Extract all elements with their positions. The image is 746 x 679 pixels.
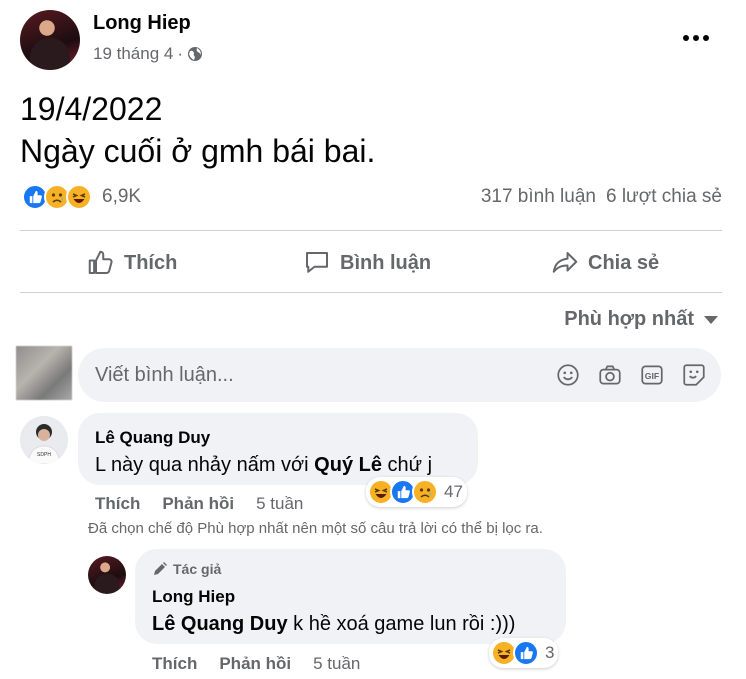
- author-badge-label: Tác giả: [173, 561, 222, 577]
- comment-reactions[interactable]: 47: [366, 477, 467, 507]
- sort-dropdown[interactable]: Phù hợp nhất: [564, 308, 718, 331]
- reactions-summary[interactable]: 6,9K: [22, 184, 141, 210]
- reply-reactions[interactable]: 3: [489, 638, 559, 668]
- thumbs-up-icon: [88, 250, 113, 274]
- comment-bubble-icon: [306, 252, 328, 273]
- comment-text: L này qua nhảy nấm với Quý Lê chứ j: [95, 454, 432, 477]
- reply-text: Lê Quang Duy k hề xoá game lun rồi :))): [152, 613, 515, 636]
- globe-icon: [188, 47, 203, 61]
- share-button[interactable]: Chia sẻ: [550, 246, 659, 280]
- like-label: Thích: [124, 251, 178, 274]
- comment-button[interactable]: Bình luận: [302, 246, 431, 280]
- post-body: 19/4/2022 Ngày cuối ở gmh bái bai.: [20, 88, 375, 172]
- filter-note: Đã chọn chế độ Phù hợp nhất nên một số c…: [88, 520, 543, 537]
- gif-icon[interactable]: GIF: [639, 362, 665, 388]
- comment-count[interactable]: 317 bình luận: [481, 186, 596, 208]
- divider: [20, 230, 722, 231]
- more-options-button[interactable]: [680, 28, 712, 48]
- current-user-avatar: [16, 346, 72, 400]
- post-date[interactable]: 19 tháng 4: [93, 44, 173, 64]
- comment-input[interactable]: Viết bình luận... GIF: [78, 348, 721, 402]
- sticker-icon[interactable]: [681, 362, 707, 388]
- author-badge: Tác giả: [152, 561, 221, 577]
- reply-author[interactable]: Long Hiep: [152, 587, 235, 607]
- share-count[interactable]: 6 lượt chia sẻ: [606, 186, 722, 208]
- svg-text:GIF: GIF: [645, 371, 659, 381]
- reply-time[interactable]: 5 tuần: [313, 654, 360, 674]
- comment-text-prefix: L này qua nhảy nấm với: [95, 454, 315, 476]
- post-text-line: Ngày cuối ở gmh bái bai.: [20, 133, 376, 169]
- person-photo-icon: SDPH: [20, 416, 68, 464]
- svg-text:SDPH: SDPH: [37, 452, 51, 458]
- comment-reply-link[interactable]: Phản hồi: [162, 494, 234, 514]
- author-avatar[interactable]: [20, 10, 80, 70]
- reply-actions: Thích Phản hồi 5 tuần: [152, 654, 360, 674]
- reply-reaction-count: 3: [545, 643, 555, 662]
- reaction-count: 6,9K: [102, 186, 142, 207]
- comment-text-suffix: chứ j: [381, 454, 433, 476]
- reply-like-link[interactable]: Thích: [152, 654, 197, 674]
- post-meta: 19 tháng 4 ·: [93, 44, 203, 64]
- camera-icon[interactable]: [597, 362, 623, 388]
- mention-link[interactable]: Quý Lê: [314, 454, 382, 476]
- reply-text-body: k hề xoá game lun rồi :))): [287, 613, 516, 635]
- mention-link[interactable]: Lê Quang Duy: [152, 613, 288, 635]
- comment-reaction-count: 47: [444, 482, 463, 501]
- dot-icon: [693, 35, 699, 41]
- like-button[interactable]: Thích: [86, 246, 177, 280]
- dot-icon: [683, 35, 689, 41]
- comment-input-placeholder: Viết bình luận...: [95, 363, 234, 386]
- reply-reply-link[interactable]: Phản hồi: [219, 654, 291, 674]
- sort-label: Phù hợp nhất: [564, 308, 694, 330]
- share-label: Chia sẻ: [588, 251, 660, 274]
- caret-down-icon: [704, 315, 718, 324]
- comment-author[interactable]: Lê Quang Duy: [95, 428, 210, 448]
- commenter-avatar[interactable]: SDPH: [20, 416, 68, 464]
- comment-bubble: Lê Quang Duy L này qua nhảy nấm với Quý …: [78, 413, 478, 485]
- like-reaction-icon: [513, 640, 539, 666]
- comment-actions: Thích Phản hồi 5 tuần: [95, 494, 303, 514]
- share-arrow-icon: [552, 252, 578, 273]
- sad-reaction-icon: [412, 479, 438, 505]
- reply-bubble: Tác giả Long Hiep Lê Quang Duy k hề xoá …: [135, 549, 566, 644]
- emoji-icon[interactable]: [555, 362, 581, 388]
- post-text-line: 19/4/2022: [20, 91, 163, 127]
- reply-author-avatar[interactable]: [88, 556, 126, 594]
- meta-separator: ·: [177, 44, 184, 63]
- comment-label: Bình luận: [340, 251, 432, 274]
- dot-icon: [703, 35, 709, 41]
- pencil-icon: [154, 562, 167, 575]
- divider: [20, 292, 722, 293]
- comment-like-link[interactable]: Thích: [95, 494, 140, 514]
- engagement-counts: 317 bình luận 6 lượt chia sẻ: [481, 186, 722, 208]
- comment-time[interactable]: 5 tuần: [256, 494, 303, 514]
- haha-reaction-icon: [66, 184, 92, 210]
- author-name[interactable]: Long Hiep: [93, 12, 191, 35]
